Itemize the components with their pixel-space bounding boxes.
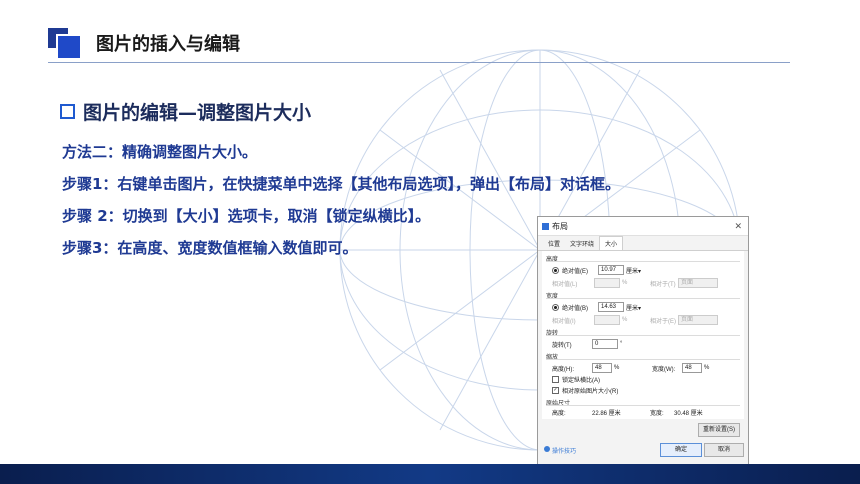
height-relative-label: 相对值(L): [552, 281, 578, 288]
page-title: 图片的插入与编辑: [96, 34, 240, 55]
height-relative-input[interactable]: [594, 278, 620, 288]
paragraph-step1: 步骤1：右键单击图片，在快捷菜单中选择【其他布局选项】，弹出【布局】对话框。: [62, 175, 620, 193]
tab-text-wrap[interactable]: 文字环绕: [565, 237, 599, 250]
width-relative-row: 相对值(I) % 相对于(E) 页面: [552, 315, 718, 325]
width-absolute-radio[interactable]: [552, 303, 559, 311]
paragraph-step2: 步骤 2：切换到【大小】选项卡，取消【锁定纵横比】。: [62, 207, 431, 225]
lock-ratio-checkbox[interactable]: [552, 376, 559, 383]
rotate-unit: °: [620, 341, 623, 347]
scale-row: 高度(H): 48 % 宽度(W): 48 %: [552, 363, 709, 373]
section-heading: 图片的编辑—调整图片大小: [60, 98, 311, 125]
close-icon[interactable]: ✕: [734, 221, 742, 232]
height-relative-unit: %: [622, 280, 628, 286]
rotate-input[interactable]: 0: [592, 339, 618, 349]
header-logo: [48, 28, 80, 58]
tab-position[interactable]: 位置: [543, 237, 565, 250]
lock-ratio-label: 锁定纵横比(A): [562, 378, 600, 384]
width-relative-input[interactable]: [594, 315, 620, 325]
relative-original-checkbox[interactable]: ✓: [552, 387, 559, 394]
height-unit-select[interactable]: 厘米▾: [626, 266, 641, 275]
width-relative-to-select[interactable]: 页面: [678, 315, 718, 325]
width-absolute-row: 绝对值(B) 14.63 厘米▾: [552, 302, 641, 312]
height-absolute-label: 绝对值(E): [562, 268, 588, 275]
rotate-row: 旋转(T) 0 °: [552, 339, 622, 349]
relative-original-row: ✓ 相对原始图片大小(R): [552, 386, 618, 395]
layout-dialog: 布局 ✕ 位置 文字环绕 大小 高度 绝对值(E) 10.97 厘米▾ 相对值(…: [537, 216, 749, 465]
width-absolute-label: 绝对值(B): [562, 305, 588, 312]
original-size-row: 高度: 22.86 厘米 宽度: 30.48 厘米: [552, 408, 703, 417]
original-height-value: 22.86 厘米: [592, 411, 621, 417]
ok-button[interactable]: 确定: [660, 443, 702, 457]
height-absolute-radio[interactable]: [552, 266, 559, 274]
height-relative-row: 相对值(L) % 相对于(T) 页面: [552, 278, 718, 288]
dialog-titlebar: 布局 ✕: [538, 217, 748, 236]
original-width-label: 宽度:: [650, 411, 664, 417]
width-absolute-input[interactable]: 14.63: [598, 302, 624, 312]
height-relative-to-select[interactable]: 页面: [678, 278, 718, 288]
dialog-tabs: 位置 文字环绕 大小: [538, 236, 748, 251]
footer-bar: [0, 464, 860, 484]
width-unit-select[interactable]: 厘米▾: [626, 303, 641, 312]
paragraph-step3: 步骤3：在高度、宽度数值框输入数值即可。: [62, 239, 358, 257]
height-relative-to-label: 相对于(T): [650, 281, 676, 288]
scale-width-label: 宽度(W):: [652, 366, 676, 373]
original-height-label: 高度:: [552, 411, 566, 417]
width-relative-unit: %: [622, 317, 628, 323]
rotate-label: 旋转(T): [552, 342, 572, 349]
width-relative-to-label: 相对于(E): [650, 318, 676, 325]
scale-height-unit: %: [614, 365, 620, 371]
paragraph-method: 方法二：精确调整图片大小。: [62, 143, 258, 161]
tips-icon: [544, 446, 550, 452]
tips-link[interactable]: 操作技巧: [552, 446, 576, 455]
scale-height-label: 高度(H):: [552, 366, 574, 373]
scale-width-unit: %: [704, 365, 710, 371]
square-bullet-icon: [60, 104, 75, 119]
reset-button[interactable]: 重新设置(S): [698, 423, 740, 437]
size-pane: 高度 绝对值(E) 10.97 厘米▾ 相对值(L) % 相对于(T) 页面 宽…: [542, 251, 744, 419]
dialog-footer: 操作技巧 确定 取消: [538, 436, 748, 464]
relative-original-label: 相对原始图片大小(R): [562, 389, 619, 395]
app-icon: [542, 222, 549, 230]
width-relative-label: 相对值(I): [552, 318, 576, 325]
tab-size[interactable]: 大小: [599, 236, 624, 250]
height-absolute-input[interactable]: 10.97: [598, 265, 624, 275]
dialog-title: 布局: [552, 221, 568, 231]
height-absolute-row: 绝对值(E) 10.97 厘米▾: [552, 265, 641, 275]
section-title: 图片的编辑—调整图片大小: [83, 102, 312, 124]
header-divider: [48, 62, 790, 63]
cancel-button[interactable]: 取消: [704, 443, 744, 457]
original-width-value: 30.48 厘米: [674, 411, 703, 417]
scale-width-input[interactable]: 48: [682, 363, 702, 373]
lock-ratio-row: 锁定纵横比(A): [552, 375, 600, 384]
scale-height-input[interactable]: 48: [592, 363, 612, 373]
